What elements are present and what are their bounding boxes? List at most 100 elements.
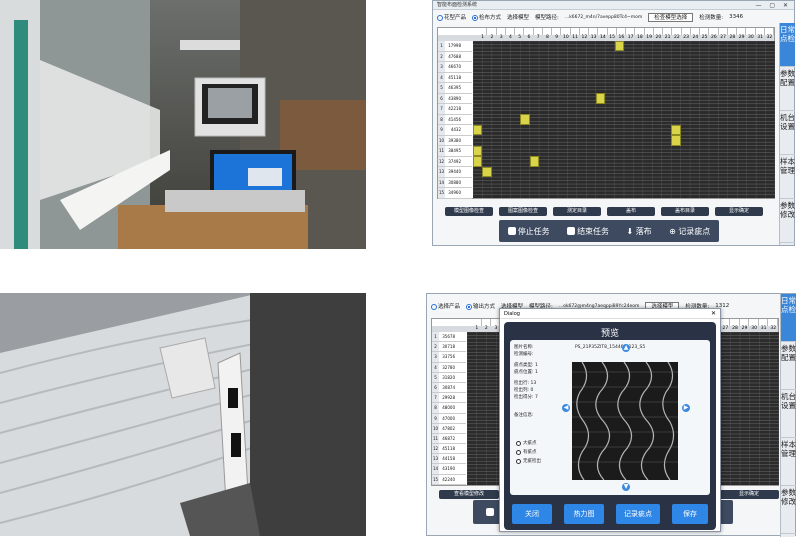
thumbnail-grid-image[interactable]	[472, 40, 776, 198]
sidebar-item-daily-check[interactable]: 日常点检	[780, 23, 795, 67]
end-task-button[interactable]: 结束任务	[567, 226, 609, 237]
header-box[interactable]	[755, 28, 765, 35]
grid-row-label[interactable]: 15 42240	[432, 474, 466, 485]
header-box[interactable]	[505, 28, 515, 35]
cover-button[interactable]: 盖布	[607, 207, 655, 216]
grid-row-label[interactable]: 12 45118	[432, 444, 466, 455]
header-box[interactable]	[607, 28, 617, 35]
defect-cell[interactable]	[671, 124, 681, 136]
measure-list-button[interactable]: 测定目录	[553, 207, 601, 216]
header-box[interactable]	[718, 28, 728, 35]
grid-row-label[interactable]: 14 30880	[438, 177, 472, 188]
option-method[interactable]: 输出方式	[466, 302, 495, 310]
sidebar-item-params[interactable]: 参数配置	[780, 67, 795, 111]
cover-list-button[interactable]: 盖布目录	[661, 207, 709, 216]
sidebar-item-samples[interactable]: 样本管理	[780, 155, 795, 199]
header-box[interactable]	[768, 319, 778, 326]
record-defect-button[interactable]: 记录疵点	[616, 504, 660, 524]
grid-row-label[interactable]: 15 34960	[438, 188, 472, 199]
grid-thumbnails[interactable]	[472, 40, 776, 198]
defect-cell[interactable]	[520, 114, 530, 125]
grid-row-label[interactable]: 5 31820	[432, 372, 466, 383]
header-box[interactable]	[700, 28, 710, 35]
header-box[interactable]	[746, 28, 756, 35]
option-model[interactable]: 选择模型	[507, 13, 529, 21]
sidebar-item-params[interactable]: 参数配置	[781, 342, 796, 390]
header-box[interactable]	[730, 319, 740, 326]
header-box[interactable]	[739, 319, 750, 326]
grid-row-label[interactable]: 3 33756	[432, 352, 466, 363]
grid-row-label[interactable]: 4 45118	[438, 72, 472, 83]
grid-row-label[interactable]: 9 4432	[438, 125, 472, 136]
pattern-check-button[interactable]: 图案图像检查	[499, 207, 547, 216]
header-box[interactable]	[737, 28, 747, 35]
grid-row-label[interactable]: 1 17998	[438, 41, 472, 52]
defect-cell[interactable]	[671, 135, 681, 146]
header-box[interactable]	[635, 28, 645, 35]
defect-cell[interactable]	[473, 124, 483, 136]
option-product[interactable]: 选择产品	[431, 302, 460, 310]
grid-row-label[interactable]: 7 42218	[438, 104, 472, 115]
header-box[interactable]	[690, 28, 700, 35]
grid-row-label[interactable]: 2 30718	[432, 342, 466, 353]
defect-cell[interactable]	[473, 145, 483, 157]
grid-row-label[interactable]: 11 46872	[432, 433, 466, 445]
header-box[interactable]	[481, 319, 492, 326]
header-box[interactable]	[644, 28, 654, 35]
header-box[interactable]	[749, 319, 759, 326]
grid-row-label[interactable]: 4 32780	[432, 362, 466, 373]
sidebar-item-param-edit[interactable]: 参数修改	[780, 199, 795, 243]
window-controls[interactable]: — ▢ ✕	[755, 1, 791, 10]
grid-row-label[interactable]: 7 29928	[432, 393, 466, 404]
header-box[interactable]	[616, 28, 626, 35]
header-box[interactable]	[681, 28, 691, 35]
confirm-button[interactable]: 显示确定	[715, 207, 763, 216]
header-box[interactable]	[626, 28, 636, 35]
header-box[interactable]	[533, 28, 543, 35]
header-box[interactable]	[709, 28, 719, 35]
grid-row-label[interactable]: 12 37492	[438, 156, 472, 167]
grid-row-label[interactable]: 11 38495	[438, 146, 472, 157]
grid-row-label[interactable]: 6 43890	[438, 93, 472, 104]
sidebar-item-machine[interactable]: 机台设置	[781, 390, 796, 438]
header-box[interactable]	[487, 28, 497, 35]
defect-cell[interactable]	[595, 93, 606, 104]
grid-row-label[interactable]: 9 47000	[432, 413, 466, 424]
close-icon[interactable]: ✕	[711, 309, 716, 319]
header-box[interactable]	[589, 28, 599, 35]
stop-icon[interactable]	[485, 508, 494, 516]
grid-row-label[interactable]: 14 43190	[432, 464, 466, 475]
defect-option[interactable]: 有疵点	[516, 449, 541, 455]
header-box[interactable]	[672, 28, 682, 35]
grid-row-label[interactable]: 5 46395	[438, 83, 472, 94]
arrow-down-icon[interactable]: ▼	[622, 483, 630, 491]
grid-row-label[interactable]: 10 47802	[432, 423, 466, 434]
view-model-button[interactable]: 查看模型修改	[439, 490, 499, 499]
grid-row-label[interactable]: 1 35678	[432, 332, 466, 343]
grid-row-label[interactable]: 6 30874	[432, 382, 466, 394]
save-button[interactable]: 保存	[672, 504, 708, 524]
heatmap-button[interactable]: 热力图	[564, 504, 604, 524]
record-defect-button[interactable]: ⊕ 记录疵点	[669, 226, 710, 237]
arrow-up-icon[interactable]: ▲	[622, 344, 630, 352]
header-box[interactable]	[542, 28, 552, 35]
defect-cell[interactable]	[529, 156, 540, 167]
sidebar-item-param-edit[interactable]: 参数修改	[781, 486, 796, 534]
grid-row-label[interactable]: 13 44158	[432, 454, 466, 465]
option-method[interactable]: 检布方式	[472, 13, 501, 21]
confirm-button[interactable]: 显示确定	[719, 490, 779, 499]
defect-cell[interactable]	[473, 156, 483, 167]
grid-row-label[interactable]: 13 39440	[438, 167, 472, 178]
close-button[interactable]: 关闭	[512, 504, 552, 524]
arrow-left-icon[interactable]: ◀	[562, 404, 570, 412]
model-check-button[interactable]: 模型图像检查	[445, 207, 493, 216]
stop-task-button[interactable]: 停止任务	[507, 226, 550, 237]
defect-option[interactable]: 无疵检出	[516, 458, 541, 464]
header-box[interactable]	[758, 319, 769, 326]
drop-cloth-button[interactable]: ⬇ 落布	[626, 226, 651, 237]
grid-row-label[interactable]: 3 46670	[438, 62, 472, 73]
header-box[interactable]	[472, 319, 482, 326]
select-model-button[interactable]: 检查模型选择	[648, 12, 694, 22]
header-box[interactable]	[561, 28, 571, 35]
header-box[interactable]	[720, 319, 731, 326]
